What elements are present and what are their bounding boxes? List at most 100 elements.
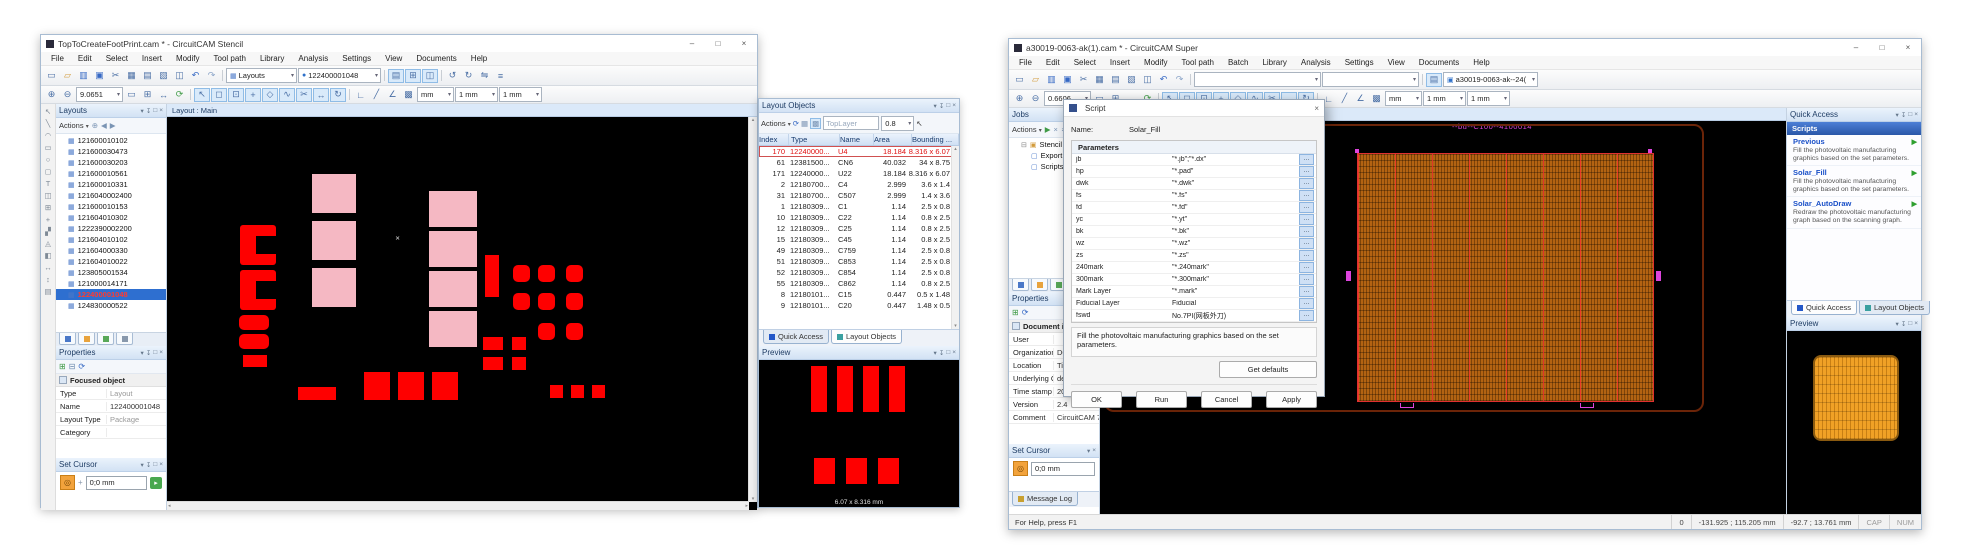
set-cursor-panel-header[interactable]: Set Cursor ▾× bbox=[1009, 444, 1099, 458]
select-zoom-icon[interactable]: ⊡ bbox=[228, 88, 244, 102]
snap-line-icon[interactable]: ╱ bbox=[369, 88, 384, 101]
cursor-target-icon[interactable]: ◎ bbox=[1013, 461, 1028, 476]
layout-tree-item[interactable]: ▦121604010302 bbox=[56, 212, 166, 223]
close-button[interactable]: × bbox=[1895, 39, 1921, 56]
copy-icon[interactable]: ▦ bbox=[124, 69, 139, 82]
menu-documents[interactable]: Documents bbox=[1412, 58, 1466, 67]
new-icon[interactable]: ▭ bbox=[1012, 73, 1027, 86]
browse-button[interactable]: … bbox=[1299, 214, 1314, 225]
zoom-all-icon[interactable]: ↔ bbox=[156, 88, 171, 101]
select-rect-icon[interactable]: ◻ bbox=[211, 88, 227, 102]
table-row[interactable]: 1012180309...C221.140.8 x 2.5 bbox=[759, 212, 959, 223]
menu-library[interactable]: Library bbox=[1255, 58, 1293, 67]
run-script-icon[interactable]: ▶ bbox=[1912, 200, 1917, 208]
layouts-combo[interactable]: ▾ bbox=[1194, 72, 1321, 87]
grid-combo[interactable]: 1 mm▾ bbox=[455, 87, 498, 102]
layout-tree-item[interactable]: ▦1216040002400 bbox=[56, 190, 166, 201]
right-titlebar[interactable]: a30019-0063-ak(1).cam * - CircuitCAM Sup… bbox=[1009, 39, 1921, 56]
get-defaults-button[interactable]: Get defaults bbox=[1219, 361, 1317, 378]
select-cut-icon[interactable]: ✂ bbox=[296, 88, 312, 102]
save-all-icon[interactable]: ▥ bbox=[1044, 73, 1059, 86]
cursor-target-icon[interactable]: ◎ bbox=[60, 475, 75, 490]
properties-panel-header[interactable]: Properties ▾↧□× bbox=[56, 346, 166, 360]
maximize-button[interactable]: □ bbox=[705, 35, 731, 52]
focused-object-group[interactable]: Focused object bbox=[56, 374, 166, 387]
menu-settings[interactable]: Settings bbox=[335, 54, 378, 63]
rotate-ccw-icon[interactable]: ↺ bbox=[445, 69, 460, 82]
grid-combo[interactable]: 1 mm▾ bbox=[1423, 91, 1466, 106]
parameter-row[interactable]: fswdNo.7PI(网板外刀)… bbox=[1072, 310, 1316, 322]
tool-icon[interactable]: ▞ bbox=[42, 226, 54, 237]
zoom-in-icon[interactable]: ⊕ bbox=[44, 88, 59, 101]
browse-button[interactable]: … bbox=[1299, 178, 1314, 189]
parameters-group-header[interactable]: Parameters bbox=[1072, 141, 1316, 154]
tool-icon[interactable]: ○ bbox=[42, 154, 54, 165]
run-script-icon[interactable]: ▶ bbox=[1912, 138, 1917, 146]
grid-view-icon[interactable]: ▩ bbox=[810, 118, 821, 129]
layout-objects-header[interactable]: Layout Objects ▾↧□× bbox=[759, 99, 959, 113]
run-icon[interactable]: ▶ bbox=[1045, 125, 1051, 134]
panel-tab[interactable] bbox=[1031, 279, 1048, 291]
tab-quick-access[interactable]: Quick Access bbox=[763, 330, 829, 344]
tool-icon[interactable]: ╲ bbox=[42, 118, 54, 129]
cursor-position-input[interactable]: 0;0 mm bbox=[86, 476, 147, 490]
forward-icon[interactable]: ▶ bbox=[110, 121, 116, 130]
delete-icon[interactable]: × bbox=[1054, 125, 1058, 134]
panel-tab[interactable] bbox=[116, 333, 133, 345]
menu-file[interactable]: File bbox=[1012, 58, 1039, 67]
parameter-row[interactable]: jb"*.jb";"*.dx"… bbox=[1072, 154, 1316, 166]
close-icon[interactable]: × bbox=[1314, 104, 1319, 113]
parameter-row[interactable]: 300mark"*.300mark"… bbox=[1072, 274, 1316, 286]
units-combo[interactable]: mm▾ bbox=[1385, 91, 1422, 106]
table-row[interactable]: 1212180309...C251.140.8 x 2.5 bbox=[759, 223, 959, 234]
tab-layout-objects[interactable]: Layout Objects bbox=[831, 330, 902, 344]
table-row[interactable]: 17112240000...U2218.1848.316 x 6.07 bbox=[759, 168, 959, 179]
save-icon[interactable]: ▣ bbox=[92, 69, 107, 82]
property-row[interactable]: Layout TypePackage bbox=[56, 413, 166, 426]
undo-icon[interactable]: ↶ bbox=[1156, 73, 1171, 86]
parameter-row[interactable]: dwk"*.dwk"… bbox=[1072, 178, 1316, 190]
refresh-icon[interactable]: ⟳ bbox=[78, 362, 85, 371]
actions-button[interactable]: Actions ▾ bbox=[59, 121, 89, 130]
parameter-row[interactable]: zs"*.zs"… bbox=[1072, 250, 1316, 262]
layout-tree-item[interactable]: ▦121604010022 bbox=[56, 256, 166, 267]
tool-icon[interactable]: ◠ bbox=[42, 130, 54, 141]
menu-modify[interactable]: Modify bbox=[1137, 58, 1175, 67]
layout-tree-item[interactable]: ▦121600010153 bbox=[56, 201, 166, 212]
part-combo[interactable]: ● 122400001048▾ bbox=[298, 68, 381, 83]
table-row[interactable]: 5512180309...C8621.140.8 x 2.5 bbox=[759, 278, 959, 289]
layout-canvas[interactable]: ▴▾ ◂▸ + bbox=[167, 117, 757, 510]
panel-tab[interactable] bbox=[1012, 279, 1029, 291]
refresh-icon[interactable]: ⟳ bbox=[793, 119, 799, 128]
layout-tree-item[interactable]: ▦121600010561 bbox=[56, 168, 166, 179]
layout-tree-item[interactable]: ▦121600030203 bbox=[56, 157, 166, 168]
column-header[interactable]: Bounding ... bbox=[912, 134, 959, 145]
browse-button[interactable]: … bbox=[1299, 190, 1314, 201]
tab-quick-access[interactable]: Quick Access bbox=[1791, 301, 1857, 315]
zoom-window-icon[interactable]: ⊞ bbox=[140, 88, 155, 101]
apply-button[interactable]: Apply bbox=[1266, 391, 1317, 408]
quick-access-header[interactable]: Quick Access ▾↧□× bbox=[1787, 108, 1921, 122]
browse-button[interactable]: … bbox=[1299, 202, 1314, 213]
snap-angle-icon[interactable]: ∠ bbox=[385, 88, 400, 101]
browse-button[interactable]: … bbox=[1299, 286, 1314, 297]
property-row[interactable]: Category bbox=[56, 426, 166, 439]
table-row[interactable]: 6112381500...CN640.03234 x 8.75 bbox=[759, 157, 959, 168]
table-header[interactable]: IndexTypeNameAreaBounding ... bbox=[759, 134, 959, 146]
back-icon[interactable]: ◀ bbox=[101, 121, 107, 130]
window-icon[interactable]: ◫ bbox=[422, 69, 438, 83]
snap-corner-icon[interactable]: ∟ bbox=[353, 88, 368, 101]
layouts-panel-header[interactable]: Layouts ▾↧□× bbox=[56, 104, 166, 118]
zoom-out-icon[interactable]: ⊖ bbox=[60, 88, 75, 101]
add-property-icon[interactable]: ⊞ bbox=[1012, 308, 1019, 317]
image-icon[interactable]: ▦ bbox=[801, 119, 808, 128]
settings-icon[interactable]: ⊕ bbox=[92, 121, 98, 130]
menu-help[interactable]: Help bbox=[464, 54, 494, 63]
dialog-titlebar[interactable]: Script × bbox=[1064, 100, 1324, 117]
redo-icon[interactable]: ↷ bbox=[204, 69, 219, 82]
script-name-value[interactable]: Solar_Fill bbox=[1129, 125, 1317, 134]
layout-tree-item[interactable]: ▦1222390002200 bbox=[56, 223, 166, 234]
tool-icon[interactable]: ↖ bbox=[42, 106, 54, 117]
copy-icon[interactable]: ▦ bbox=[1092, 73, 1107, 86]
select-rotate-icon[interactable]: ↻ bbox=[330, 88, 346, 102]
